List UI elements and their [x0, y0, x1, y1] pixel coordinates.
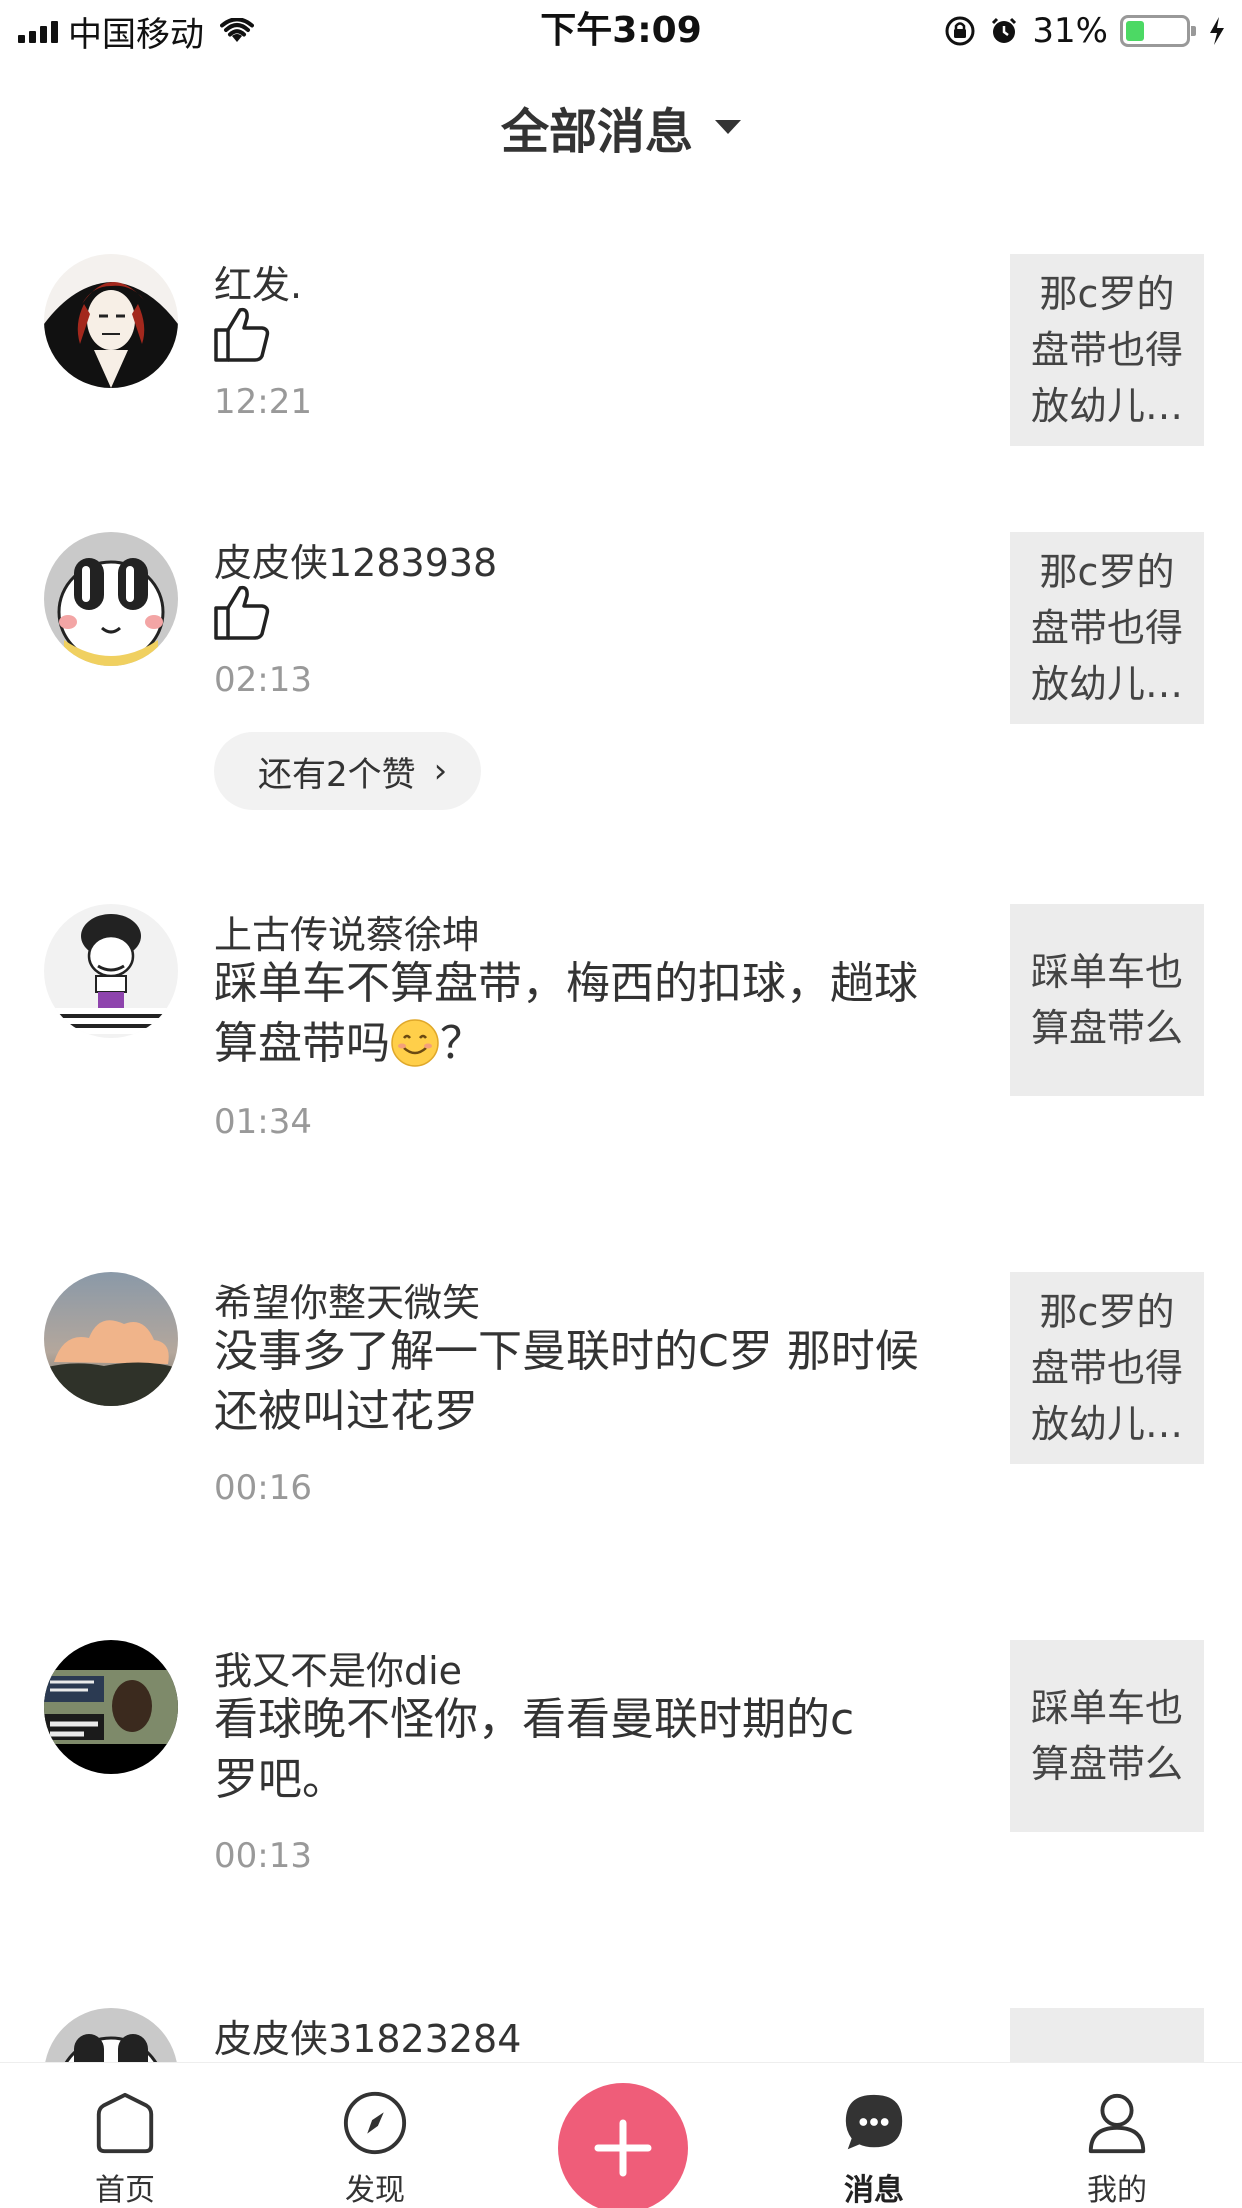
list-item[interactable]: 上古传说蔡徐坤 踩单车不算盘带，梅西的扣球，趟球算盘带吗 ？ 01:34 踩单车…	[0, 904, 1242, 1164]
user-name[interactable]: 皮皮侠31823284	[214, 2008, 521, 2062]
comment-text: 看球晚不怪你，看看曼联时期的c罗吧。	[214, 1694, 855, 1805]
thumbs-up-icon	[214, 307, 270, 362]
user-name[interactable]: 皮皮侠1283938	[214, 532, 497, 587]
plus-icon	[594, 2119, 652, 2177]
post-preview[interactable]: 踩单车也算盘带么	[1010, 904, 1204, 1096]
list-item[interactable]: 红发. 12:21 那c罗的盘带也得放幼儿…	[0, 254, 1242, 454]
alarm-icon	[992, 17, 1017, 43]
comment-body: 踩单车不算盘带，梅西的扣球，趟球算盘带吗	[214, 958, 918, 1069]
tab-profile[interactable]: 我的	[1042, 2063, 1192, 2208]
tab-messages[interactable]: 消息	[799, 2063, 949, 2208]
post-preview-text: 那c罗的盘带也得放幼儿…	[1030, 272, 1183, 428]
profile-icon	[1088, 2093, 1146, 2154]
notification-list[interactable]: 红发. 12:21 那c罗的盘带也得放幼儿… 皮皮侠1283938 02:13 …	[0, 192, 1242, 2062]
post-preview-text: 那c罗的盘带也得放幼儿…	[1030, 550, 1183, 706]
post-preview-text: 那c罗的盘带也得放幼儿…	[1030, 1290, 1183, 1446]
post-preview[interactable]	[1010, 2008, 1204, 2062]
user-name[interactable]: 上古传说蔡徐坤	[214, 904, 480, 959]
create-post-button[interactable]	[558, 2083, 688, 2208]
avatar[interactable]	[44, 2008, 178, 2062]
comment-text: 踩单车不算盘带，梅西的扣球，趟球算盘带吗 ？	[214, 954, 954, 1074]
list-item[interactable]: 皮皮侠1283938 02:13 还有2个赞 › 那c罗的盘带也得放幼儿…	[0, 532, 1242, 832]
post-preview[interactable]: 那c罗的盘带也得放幼儿…	[1010, 254, 1204, 446]
avatar[interactable]	[44, 1640, 178, 1774]
more-likes-label: 还有2个赞	[258, 754, 416, 795]
avatar[interactable]	[44, 904, 178, 1038]
chat-bubble-icon	[845, 2094, 903, 2150]
caret-down-icon[interactable]	[715, 120, 741, 134]
user-name[interactable]: 红发.	[214, 254, 302, 309]
post-preview[interactable]: 踩单车也算盘带么	[1010, 1640, 1204, 1832]
avatar[interactable]	[44, 254, 178, 388]
list-item[interactable]: 我又不是你die 看球晚不怪你，看看曼联时期的c罗吧。 00:13 踩单车也算盘…	[0, 1640, 1242, 1900]
message-filter-title[interactable]: 全部消息	[501, 92, 693, 162]
status-bar: 中国移动 下午3:09 31%	[0, 0, 1242, 62]
home-icon	[96, 2092, 154, 2154]
comment-suffix: ？	[440, 1018, 484, 1069]
battery-level-fill	[1126, 21, 1144, 41]
timestamp: 00:13	[214, 1836, 312, 1876]
timestamp: 01:34	[214, 1102, 312, 1142]
battery-icon	[1120, 15, 1196, 47]
smile-emoji-icon	[391, 1019, 439, 1067]
rotation-lock-icon	[945, 16, 975, 46]
compass-icon	[343, 2091, 407, 2155]
tab-label: 我的	[1087, 2173, 1147, 2208]
timestamp: 00:16	[214, 1468, 312, 1508]
post-preview[interactable]: 那c罗的盘带也得放幼儿…	[1010, 532, 1204, 724]
post-preview[interactable]: 那c罗的盘带也得放幼儿…	[1010, 1272, 1204, 1464]
list-item[interactable]: 希望你整天微笑 没事多了解一下曼联时的C罗 那时候还被叫过花罗 00:16 那c…	[0, 1272, 1242, 1532]
timestamp: 12:21	[214, 382, 312, 422]
comment-text: 没事多了解一下曼联时的C罗 那时候还被叫过花罗	[214, 1326, 919, 1437]
status-right: 31%	[944, 8, 1226, 54]
list-item[interactable]: 皮皮侠31823284	[0, 2008, 1242, 2062]
tab-label: 消息	[844, 2173, 904, 2208]
chevron-right-icon: ›	[433, 751, 448, 791]
tab-label: 发现	[345, 2173, 405, 2208]
avatar[interactable]	[44, 532, 178, 666]
user-name[interactable]: 我又不是你die	[214, 1640, 462, 1695]
tab-label: 首页	[95, 2173, 155, 2208]
tab-discover[interactable]: 发现	[300, 2063, 450, 2208]
tab-bar: 首页 发现 消息 我的	[0, 2062, 1242, 2208]
tab-home[interactable]: 首页	[50, 2063, 200, 2208]
header: 全部消息	[0, 62, 1242, 192]
avatar[interactable]	[44, 1272, 178, 1406]
battery-percentage: 31%	[1032, 11, 1108, 51]
more-likes-button[interactable]: 还有2个赞 ›	[214, 732, 482, 810]
post-preview-text: 踩单车也算盘带么	[1030, 950, 1183, 1050]
thumbs-up-icon	[214, 585, 270, 640]
timestamp: 02:13	[214, 660, 312, 700]
charging-bolt-icon	[1210, 17, 1224, 45]
user-name[interactable]: 希望你整天微笑	[214, 1272, 480, 1327]
post-preview-text: 踩单车也算盘带么	[1030, 1686, 1183, 1786]
